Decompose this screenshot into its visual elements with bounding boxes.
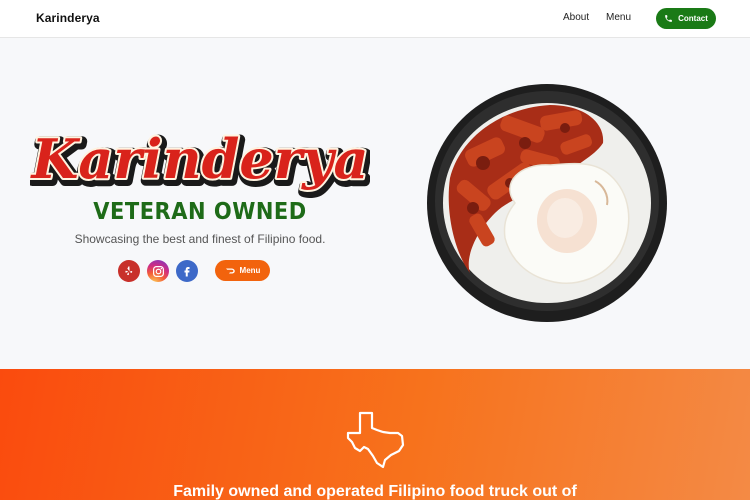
instagram-icon[interactable] (147, 260, 169, 282)
section-heading: Family owned and operated Filipino food … (173, 483, 577, 500)
menu-button[interactable]: Menu (215, 260, 270, 281)
top-nav: Karinderya About Menu Contact (0, 0, 750, 38)
hero-section: Karinderya Karinderya Karinderya VETERAN… (0, 39, 750, 369)
svg-text:Karinderya: Karinderya (30, 127, 369, 191)
menu-button-label: Menu (239, 266, 261, 275)
yelp-icon[interactable] (118, 260, 140, 282)
brand-name[interactable]: Karinderya (36, 11, 100, 25)
food-bowl-image (427, 84, 667, 322)
phone-icon (665, 15, 672, 22)
hero-tagline: Showcasing the best and finest of Filipi… (74, 232, 326, 246)
nav-menu-link[interactable]: Menu (606, 12, 631, 23)
about-banner: Family owned and operated Filipino food … (0, 369, 750, 500)
karinderya-logo: Karinderya Karinderya Karinderya (30, 125, 370, 199)
texas-outline-icon (346, 411, 405, 469)
contact-button[interactable]: Contact (656, 8, 716, 29)
facebook-icon[interactable] (176, 260, 198, 282)
contact-label: Contact (678, 14, 708, 23)
veteran-owned-badge: VETERAN OWNED (93, 197, 307, 225)
nav-about-link[interactable]: About (563, 12, 589, 23)
delivery-icon (225, 268, 235, 273)
